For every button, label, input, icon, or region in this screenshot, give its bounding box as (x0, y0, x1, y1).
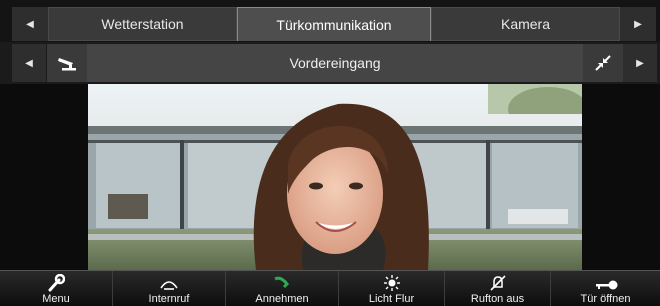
camera-title: Vordereingang (87, 44, 583, 82)
door-camera-image (88, 84, 582, 270)
tabs-next-button[interactable]: ▶ (620, 7, 656, 41)
triangle-left-icon: ◀ (25, 57, 33, 69)
internruf-button[interactable]: Internruf (113, 271, 226, 306)
licht-flur-button[interactable]: Licht Flur (339, 271, 445, 306)
triangle-right-icon: ▶ (634, 18, 642, 30)
bell-off-icon (489, 275, 506, 291)
action-toolbar: Menu Internruf Annehmen Licht Flur Rufto… (0, 270, 660, 306)
tab-wetterstation[interactable]: Wetterstation (48, 7, 237, 41)
tab-tuerkommunikation[interactable]: Türkommunikation (237, 7, 431, 41)
left-side-panel (0, 84, 88, 270)
triangle-right-icon: ▶ (636, 57, 644, 69)
internruf-label: Internruf (148, 293, 190, 305)
licht-flur-label: Licht Flur (368, 293, 415, 305)
camera-select-button[interactable] (47, 44, 87, 82)
menu-button[interactable]: Menu (0, 271, 113, 306)
triangle-left-icon: ◀ (26, 18, 34, 30)
camera-video-feed (88, 84, 582, 270)
tab-bar: ◀ Wetterstation Türkommunikation Kamera … (0, 0, 660, 42)
tuer-oeffnen-button[interactable]: Tür öffnen (551, 271, 660, 306)
tabs-prev-button[interactable]: ◀ (12, 7, 48, 41)
tuer-oeffnen-label: Tür öffnen (580, 293, 631, 305)
rufton-aus-button[interactable]: Rufton aus (445, 271, 551, 306)
camera-prev-button[interactable]: ◀ (12, 44, 46, 82)
right-side-panel (582, 84, 660, 270)
annehmen-button[interactable]: Annehmen (226, 271, 339, 306)
camera-next-button[interactable]: ▶ (623, 44, 657, 82)
collapse-icon (595, 55, 611, 71)
minimize-button[interactable] (583, 44, 623, 82)
phone-accept-icon (274, 276, 289, 289)
tab-kamera[interactable]: Kamera (431, 7, 620, 41)
light-icon (383, 275, 400, 291)
rufton-aus-label: Rufton aus (470, 293, 525, 305)
camera-icon (58, 58, 76, 71)
menu-label: Menu (42, 293, 70, 305)
intercom-icon (160, 281, 178, 290)
key-icon (595, 280, 617, 290)
annehmen-label: Annehmen (255, 293, 309, 305)
camera-header: ◀ Vordereingang ▶ (0, 42, 660, 84)
wrench-icon (48, 274, 65, 292)
